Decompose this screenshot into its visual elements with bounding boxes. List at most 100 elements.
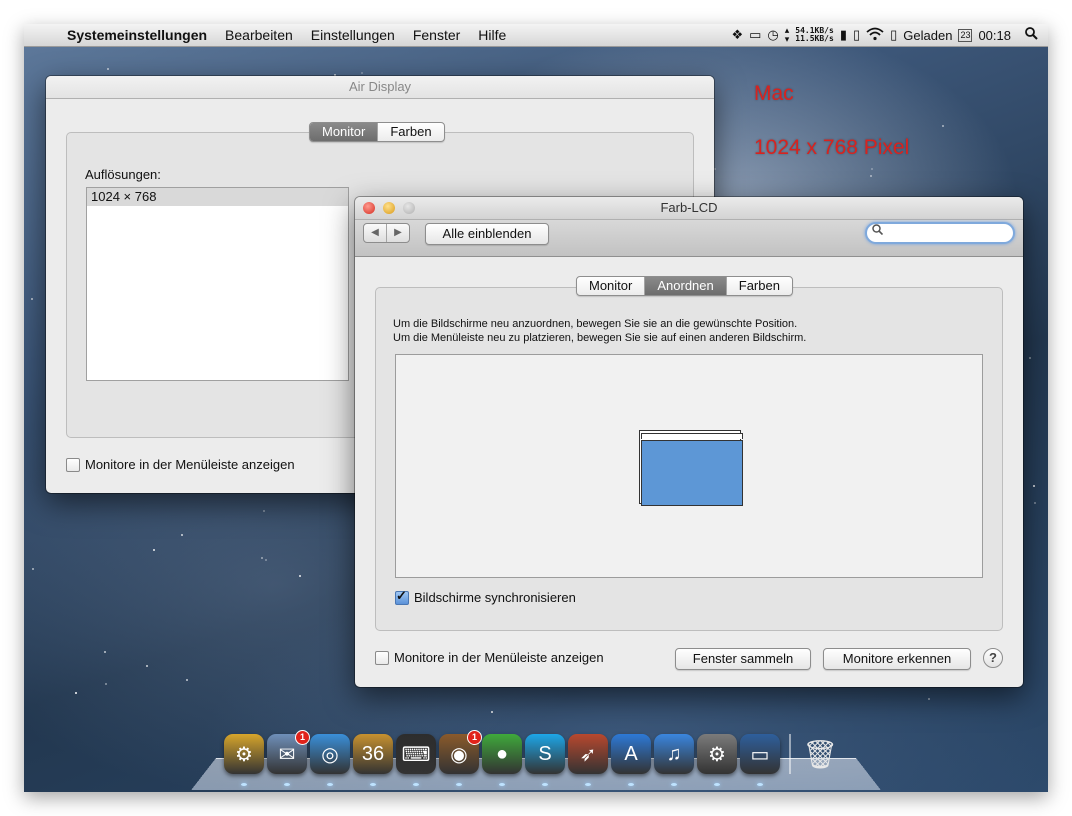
- farb-lcd-titlebar[interactable]: Farb-LCD: [355, 197, 1023, 220]
- close-button-icon[interactable]: [363, 202, 375, 214]
- tab-monitor[interactable]: Monitor: [310, 123, 379, 141]
- dock-item-itunes[interactable]: ♫: [654, 734, 694, 786]
- zoom-button-icon[interactable]: [403, 202, 415, 214]
- menu-bearbeiten[interactable]: Bearbeiten: [216, 27, 302, 43]
- star: [186, 679, 188, 681]
- tab-farben[interactable]: Farben: [727, 277, 792, 295]
- dock-item-safari[interactable]: ◎: [310, 734, 350, 786]
- running-indicator: [327, 783, 333, 786]
- air-display-tabs: Monitor Farben: [309, 122, 445, 142]
- dock-item-adium[interactable]: ●: [482, 734, 522, 786]
- menubar-checkbox-label: Monitore in der Menüleiste anzeigen: [85, 457, 295, 472]
- menubar-checkbox-label: Monitore in der Menüleiste anzeigen: [394, 650, 604, 665]
- star: [263, 510, 265, 512]
- menubar-checkbox[interactable]: [375, 650, 389, 665]
- star: [104, 651, 106, 653]
- memory-icon[interactable]: ▮: [840, 27, 847, 43]
- dock-item-air-display[interactable]: ▭: [740, 734, 780, 786]
- menu-einstellungen[interactable]: Einstellungen: [302, 27, 404, 43]
- star: [146, 665, 148, 667]
- trash-icon: 🗑: [802, 738, 838, 770]
- star: [870, 175, 872, 177]
- display-front[interactable]: [641, 440, 743, 506]
- running-indicator: [499, 783, 505, 786]
- sync-checkbox-label: Bildschirme synchronisieren: [414, 590, 576, 605]
- star: [491, 711, 493, 713]
- airdisplay-icon[interactable]: ▭: [749, 27, 761, 43]
- star: [261, 557, 263, 559]
- running-indicator: [370, 783, 376, 786]
- network-monitor[interactable]: 54.1KB/s 11.5KB/s: [795, 27, 834, 43]
- sync-checkbox-row[interactable]: Bildschirme synchronisieren: [395, 588, 576, 605]
- dock-item-forklift[interactable]: ⚙: [224, 734, 264, 786]
- running-indicator: [671, 783, 677, 786]
- updown-icon[interactable]: ▴ ▾: [785, 26, 790, 44]
- desktop-label-resolution: 1024 x 768 Pixel: [754, 136, 910, 159]
- menubar-indicator[interactable]: [641, 433, 743, 439]
- menubar-checkbox[interactable]: [66, 457, 80, 472]
- list-item[interactable]: 1024 × 768: [87, 188, 348, 206]
- star: [714, 168, 716, 170]
- farb-lcd-window: Farb-LCD ◀ ▶ Alle einblenden Monitor Ano…: [355, 197, 1023, 687]
- star: [32, 568, 34, 570]
- sync-checkbox[interactable]: [395, 588, 409, 605]
- dock-item-rocket[interactable]: ➶: [568, 734, 608, 786]
- running-indicator: [542, 783, 548, 786]
- dock-item-console[interactable]: ⌨: [396, 734, 436, 786]
- calendar-box-icon: 36: [361, 742, 385, 765]
- app-store-icon: A: [624, 742, 638, 765]
- calendar-day-icon[interactable]: 23: [958, 28, 973, 42]
- running-indicator: [241, 783, 247, 786]
- wifi-icon[interactable]: [866, 27, 884, 44]
- spotlight-icon[interactable]: [1025, 27, 1038, 43]
- detect-displays-button[interactable]: Monitore erkennen: [823, 648, 971, 670]
- resolutions-list[interactable]: 1024 × 768: [86, 187, 349, 381]
- tab-anordnen[interactable]: Anordnen: [645, 277, 727, 295]
- safari-icon: ◎: [321, 743, 339, 766]
- menu-hilfe[interactable]: Hilfe: [469, 27, 515, 43]
- dock-item-skype[interactable]: S: [525, 734, 565, 786]
- itunes-icon: ♫: [666, 742, 682, 765]
- dock-item-trash[interactable]: 🗑: [800, 734, 840, 774]
- back-icon[interactable]: ◀: [364, 224, 387, 242]
- desktop: Mac 1024 x 768 Pixel Systemeinstellungen…: [24, 24, 1048, 792]
- toolbar: ◀ ▶ Alle einblenden: [355, 220, 1023, 257]
- battery-icon[interactable]: ▯: [890, 27, 897, 43]
- running-indicator: [284, 783, 290, 786]
- star: [299, 575, 301, 577]
- timemachine-icon[interactable]: ◷: [767, 27, 778, 43]
- running-indicator: [714, 783, 720, 786]
- star: [942, 125, 944, 127]
- gather-windows-button[interactable]: Fenster sammeln: [675, 648, 811, 670]
- dropbox-icon[interactable]: ❖: [731, 27, 743, 43]
- battery-label[interactable]: Geladen: [903, 28, 952, 43]
- minimize-button-icon[interactable]: [383, 202, 395, 214]
- air-display-menubar-checkbox-row[interactable]: Monitore in der Menüleiste anzeigen: [66, 457, 295, 472]
- dock-item-app-store[interactable]: A: [611, 734, 651, 786]
- forward-icon[interactable]: ▶: [387, 224, 409, 242]
- menu-app-name[interactable]: Systemeinstellungen: [58, 27, 216, 43]
- display-arrangement-area[interactable]: [395, 354, 983, 578]
- dock-item-calendar-box[interactable]: 36: [353, 734, 393, 786]
- menubar: Systemeinstellungen Bearbeiten Einstellu…: [24, 24, 1048, 47]
- notification-badge: 1: [295, 730, 310, 745]
- star: [75, 692, 77, 694]
- tab-monitor[interactable]: Monitor: [577, 277, 646, 295]
- help-button[interactable]: ?: [983, 648, 1003, 668]
- clock[interactable]: 00:18: [978, 28, 1011, 43]
- running-indicator: [757, 783, 763, 786]
- dock-separator: [789, 734, 791, 774]
- air-display-titlebar[interactable]: Air Display: [46, 76, 714, 99]
- menubar-status-area: ❖ ▭ ◷ ▴ ▾ 54.1KB/s 11.5KB/s ▮ ▯ ▯ Geladen…: [731, 24, 1038, 46]
- dock-item-mail[interactable]: ✉ 1: [267, 730, 310, 786]
- search-field[interactable]: [865, 222, 1015, 244]
- dock-item-system-preferences[interactable]: ⚙: [697, 734, 737, 786]
- cpu-icon[interactable]: ▯: [853, 27, 860, 43]
- farb-lcd-menubar-checkbox-row[interactable]: Monitore in der Menüleiste anzeigen: [375, 650, 604, 665]
- menu-fenster[interactable]: Fenster: [404, 27, 469, 43]
- star: [31, 298, 33, 300]
- tab-farben[interactable]: Farben: [378, 123, 443, 141]
- instruction-line-1: Um die Bildschirme neu anzuordnen, beweg…: [393, 318, 798, 330]
- dock-item-owl[interactable]: ◉ 1: [439, 730, 482, 786]
- show-all-button[interactable]: Alle einblenden: [425, 223, 549, 245]
